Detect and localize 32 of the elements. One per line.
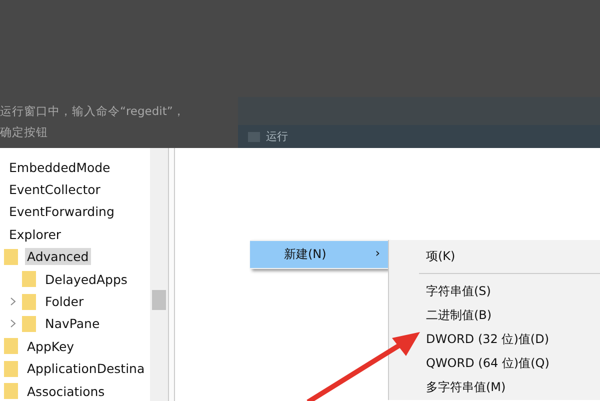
menu-item[interactable]: 新建(N) › xyxy=(250,241,388,268)
scrollbar[interactable] xyxy=(150,148,168,401)
folder-icon xyxy=(4,360,18,377)
tree-item[interactable]: DelayedApps xyxy=(43,270,130,288)
tree-item[interactable]: AppKey xyxy=(25,338,76,355)
folder-icon xyxy=(4,338,18,354)
tree-item[interactable]: ApplicationDestina xyxy=(25,360,147,378)
folder-icon xyxy=(4,383,18,400)
menu-item[interactable]: 项(K) xyxy=(389,244,600,268)
menu-item[interactable]: 多字符串值(M) xyxy=(389,375,600,399)
folder-icon xyxy=(22,271,36,288)
article-text: 运行窗口中，输入命令“regedit”， xyxy=(0,104,186,118)
dialog-title: 运行 xyxy=(266,129,288,144)
tree-item[interactable]: EmbeddedMode xyxy=(7,158,112,176)
tree-item[interactable]: Advanced xyxy=(25,248,91,266)
folder-icon xyxy=(22,294,36,310)
tree-item[interactable]: EventForwarding xyxy=(7,203,116,220)
expand-icon[interactable] xyxy=(10,319,16,328)
folder-icon xyxy=(4,248,18,265)
folder-icon xyxy=(22,316,36,332)
menu-item[interactable]: DWORD (32 位)值(D) xyxy=(389,327,600,351)
tree-item[interactable]: EventCollector xyxy=(7,181,102,198)
tree-item[interactable]: Explorer xyxy=(7,226,64,243)
tree-item[interactable]: Associations xyxy=(25,382,107,400)
menu-item[interactable]: 字符串值(S) xyxy=(389,279,600,303)
tree-item[interactable]: Folder xyxy=(43,293,86,310)
expand-icon[interactable] xyxy=(10,297,16,306)
article-text: 确定按钮 xyxy=(0,125,49,139)
menu-item[interactable]: QWORD (64 位)值(Q) xyxy=(389,351,600,375)
menu-item[interactable]: 二进制值(B) xyxy=(389,303,600,327)
tree-item[interactable]: NavPane xyxy=(43,315,102,332)
scroll-thumb[interactable] xyxy=(152,290,166,310)
